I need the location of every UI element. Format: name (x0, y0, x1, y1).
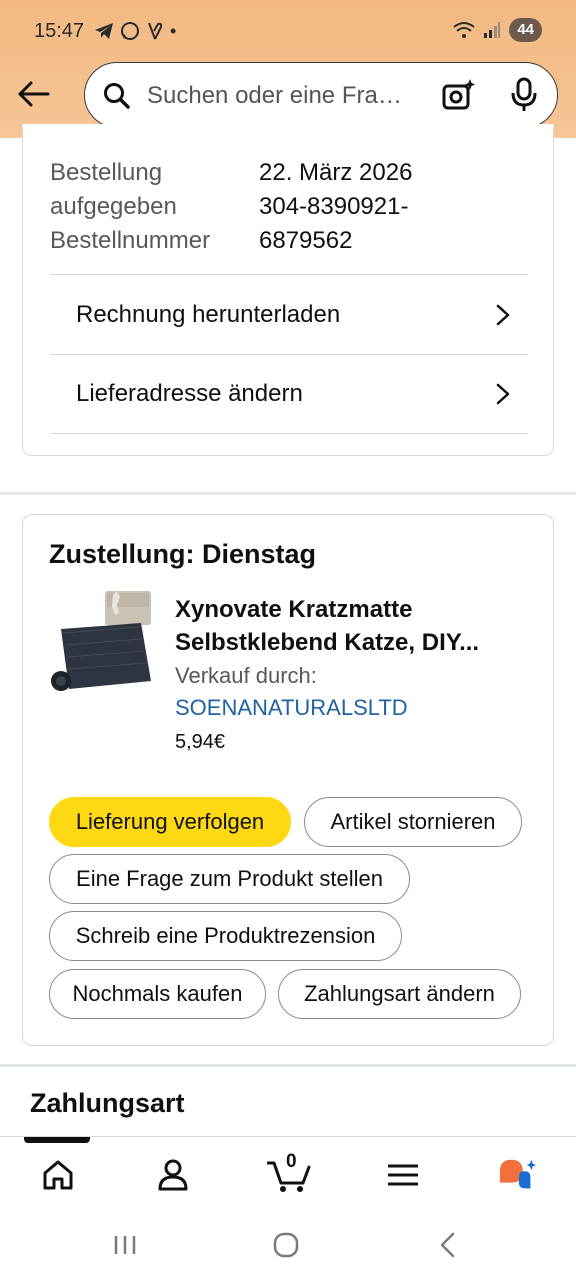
signal-icon (484, 22, 501, 38)
search-bar[interactable] (84, 62, 558, 128)
status-time: 15:47 (34, 20, 85, 42)
dot-icon: • (170, 21, 177, 41)
order-date-value: 22. März 2026 (259, 159, 413, 186)
back-button[interactable] (14, 74, 54, 114)
order-info-labels: Bestellung aufgegeben Bestellnummer (50, 156, 210, 258)
change-address-label: Lieferadresse ändern (76, 380, 303, 407)
status-notification-icons: • (94, 20, 176, 42)
bottom-navigation: 0 (0, 1136, 576, 1210)
change-address-link[interactable]: Lieferadresse ändern (50, 354, 528, 434)
download-invoice-link[interactable]: Rechnung herunterladen (50, 274, 528, 354)
order-number-label: Bestellnummer (50, 227, 211, 254)
cancel-item-button[interactable]: Artikel stornieren (304, 797, 522, 847)
back-arrow-icon (18, 81, 50, 107)
rufus-icon (499, 1159, 537, 1189)
nav-rufus[interactable] (498, 1155, 538, 1195)
chevron-right-icon (496, 304, 510, 325)
order-info-card: Bestellung aufgegeben Bestellnummer 22. … (22, 124, 554, 456)
write-review-button[interactable]: Schreib eine Produktrezension (49, 911, 402, 961)
delivery-title: Zustellung: Dienstag (49, 539, 317, 569)
track-delivery-button[interactable]: Lieferung verfolgen (49, 797, 291, 847)
product-price: 5,94€ (175, 731, 226, 753)
product-title-line2[interactable]: Selbstklebend Katze, DIY... (175, 626, 535, 659)
section-divider (0, 492, 576, 495)
ask-question-button[interactable]: Eine Frage zum Produkt stellen (49, 854, 410, 904)
telegram-icon (95, 23, 113, 39)
app-icon (148, 22, 163, 40)
status-system-icons: 44 (453, 18, 542, 42)
recent-apps-icon (114, 1236, 136, 1254)
home-circle-icon (273, 1232, 299, 1258)
home-system-button[interactable] (272, 1230, 300, 1260)
order-date-label: Bestellung (50, 159, 163, 186)
payment-section-title: Zahlungsart (30, 1088, 185, 1118)
product-title[interactable]: Xynovate Kratzmatte (175, 593, 535, 626)
search-icon (104, 83, 130, 109)
nav-account[interactable] (153, 1155, 193, 1195)
recent-apps-button[interactable] (112, 1230, 138, 1260)
account-icon (158, 1159, 188, 1191)
delivery-card: Zustellung: Dienstag Xynovate Kratzmatte… (22, 514, 554, 1046)
home-icon (43, 1160, 73, 1190)
nav-menu[interactable] (383, 1155, 423, 1195)
wifi-icon (453, 22, 475, 38)
system-navigation-bar (0, 1210, 576, 1280)
change-payment-button[interactable]: Zahlungsart ändern (278, 969, 521, 1019)
download-invoice-label: Rechnung herunterladen (76, 300, 341, 328)
product-image[interactable] (47, 589, 153, 693)
whatsapp-icon (121, 22, 139, 40)
search-input[interactable] (147, 79, 427, 113)
section-divider (0, 1064, 576, 1067)
order-number-value-part2: 6879562 (259, 227, 353, 254)
app-header: 15:47 • 44 (0, 0, 576, 138)
back-chevron-icon (440, 1232, 455, 1258)
cart-count: 0 (286, 1151, 297, 1172)
status-bar: 15:47 • 44 (0, 0, 576, 62)
camera-icon[interactable] (441, 77, 477, 113)
back-system-button[interactable] (436, 1230, 458, 1260)
seller-label: Verkauf durch: (175, 663, 317, 688)
battery-indicator: 44 (509, 18, 542, 42)
order-number-value-part1: 304-8390921- (259, 193, 409, 220)
active-tab-indicator (24, 1137, 90, 1143)
microphone-icon[interactable] (509, 77, 539, 113)
chevron-right-icon (496, 383, 510, 405)
order-placed-label: aufgegeben (50, 193, 177, 220)
buy-again-button[interactable]: Nochmals kaufen (49, 969, 266, 1019)
order-info-values: 22. März 2026 304-8390921- 6879562 (259, 156, 412, 258)
seller-link[interactable]: SOENANATURALSLTD (175, 695, 408, 721)
nav-home[interactable] (38, 1155, 78, 1195)
menu-icon (388, 1164, 418, 1186)
